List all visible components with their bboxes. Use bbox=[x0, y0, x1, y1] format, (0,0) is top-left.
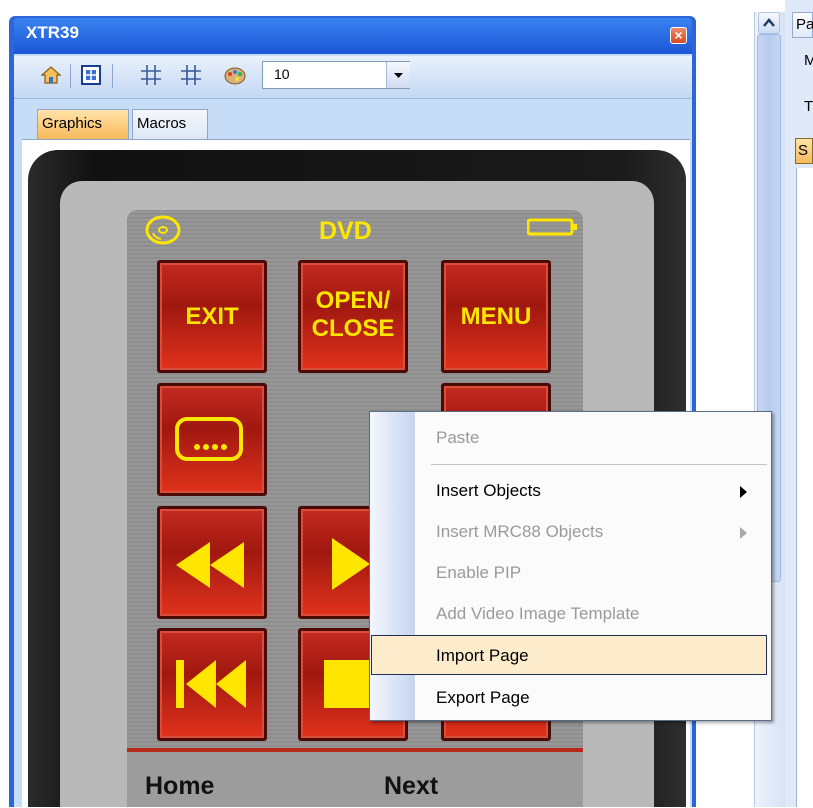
menu-item-insert-mrc88-objects[interactable]: Insert MRC88 Objects bbox=[436, 522, 603, 542]
tab-macros[interactable]: Macros bbox=[132, 109, 208, 139]
home-label[interactable]: Home bbox=[145, 772, 214, 801]
right-panel-tab-label: Pa bbox=[796, 16, 813, 33]
close-icon[interactable]: × bbox=[670, 27, 687, 44]
toolbar-separator bbox=[70, 64, 71, 88]
menu-item-highlight bbox=[371, 635, 767, 675]
title-bar[interactable] bbox=[14, 18, 692, 54]
menu-item-export-page[interactable]: Export Page bbox=[436, 688, 530, 708]
window-title: XTR39 bbox=[26, 23, 79, 42]
menu-item-add-video-image-template[interactable]: Add Video Image Template bbox=[436, 604, 640, 624]
right-panel-row-label: S bbox=[798, 142, 809, 159]
stop-icon bbox=[324, 660, 372, 708]
subtitle-icon bbox=[175, 417, 243, 461]
menu-item-insert-objects[interactable]: Insert Objects bbox=[436, 481, 541, 501]
palette-icon[interactable] bbox=[224, 64, 246, 86]
right-panel-content bbox=[796, 168, 813, 807]
play-icon bbox=[332, 538, 370, 590]
right-panel-row[interactable]: M bbox=[804, 52, 813, 69]
open-close-label-line1: OPEN/ bbox=[315, 287, 391, 314]
menu-item-enable-pip[interactable]: Enable PIP bbox=[436, 563, 521, 583]
right-panel-tab[interactable]: Pa bbox=[792, 12, 813, 38]
tab-graphics[interactable]: Graphics bbox=[37, 109, 129, 139]
open-close-label-line2: CLOSE bbox=[311, 315, 395, 342]
menu-separator bbox=[431, 464, 767, 465]
zoom-value: 10 bbox=[274, 66, 290, 82]
battery-icon bbox=[527, 218, 577, 236]
scroll-up-button[interactable] bbox=[758, 12, 780, 34]
snap-icon[interactable] bbox=[180, 64, 202, 86]
home-icon[interactable] bbox=[40, 64, 62, 86]
chevron-down-icon[interactable] bbox=[386, 62, 410, 88]
menu-button-label: MENU bbox=[460, 303, 532, 330]
menu-item-import-page[interactable]: Import Page bbox=[436, 646, 529, 666]
grid-lines-icon[interactable] bbox=[140, 64, 162, 86]
grid-icon[interactable] bbox=[80, 64, 102, 86]
menu-item-paste[interactable]: Paste bbox=[436, 428, 479, 448]
disc-icon[interactable] bbox=[143, 214, 183, 246]
right-panel-row[interactable]: T bbox=[804, 98, 813, 115]
toolbar-separator bbox=[112, 64, 113, 88]
exit-button-label: EXIT bbox=[185, 303, 239, 330]
right-panel-selected-row[interactable]: S bbox=[795, 138, 813, 164]
submenu-arrow-icon bbox=[740, 527, 747, 539]
next-label[interactable]: Next bbox=[384, 772, 438, 801]
submenu-arrow-icon bbox=[740, 486, 747, 498]
rewind-icon bbox=[176, 542, 244, 588]
device-label: DVD bbox=[319, 217, 372, 245]
skip-back-icon bbox=[176, 660, 246, 708]
chevron-up-icon bbox=[763, 18, 775, 27]
